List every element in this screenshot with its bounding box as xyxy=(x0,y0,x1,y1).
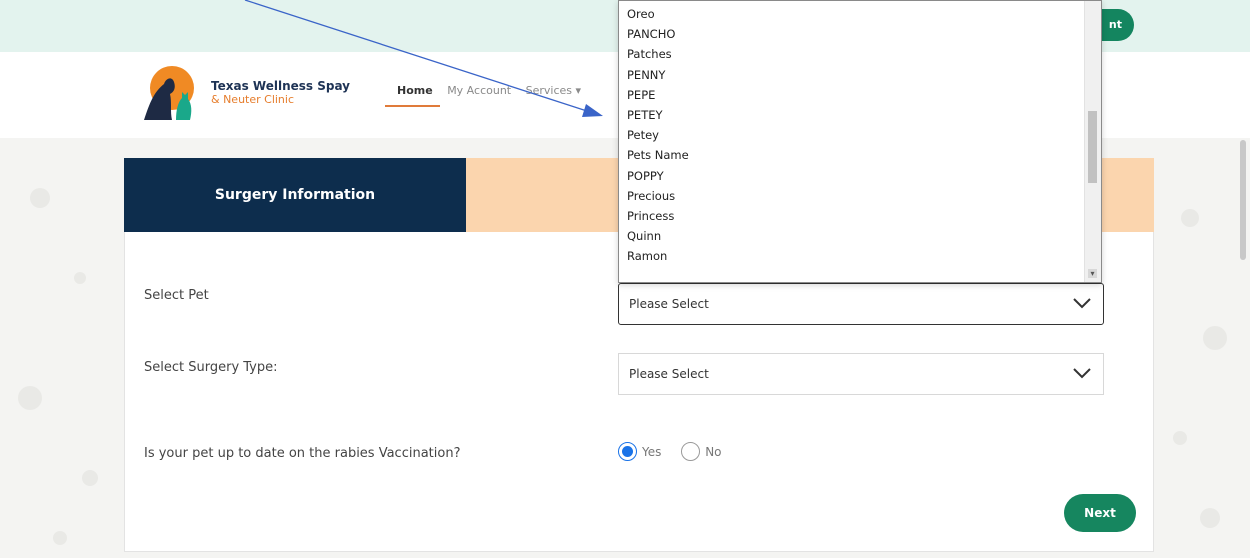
select-pet-label: Select Pet xyxy=(144,288,209,303)
nav-active-underline xyxy=(385,105,440,107)
dropdown-scroll-thumb[interactable] xyxy=(1088,111,1097,183)
pet-option[interactable]: Patches xyxy=(627,44,689,64)
pet-option[interactable]: Ramon xyxy=(627,246,689,266)
main-nav: Home My Account Services ▾ xyxy=(397,84,592,97)
next-button[interactable]: Next xyxy=(1064,494,1136,532)
radio-yes-label[interactable]: Yes xyxy=(642,445,661,459)
pet-option[interactable]: PANCHO xyxy=(627,24,689,44)
surgery-type-value: Please Select xyxy=(629,367,709,381)
dropdown-scrollbar[interactable]: ▾ xyxy=(1084,1,1101,282)
radio-no-label[interactable]: No xyxy=(705,445,721,459)
tab-surgery-information[interactable]: Surgery Information xyxy=(124,158,466,232)
pet-option[interactable]: Pets Name xyxy=(627,145,689,165)
nav-item-services[interactable]: Services ▾ xyxy=(526,84,581,97)
page-scrollbar[interactable] xyxy=(1240,140,1246,260)
pet-option[interactable]: Petey xyxy=(627,125,689,145)
clinic-name-line1: Texas Wellness Spay xyxy=(211,79,350,93)
nav-item-home[interactable]: Home xyxy=(397,84,433,97)
chevron-down-icon xyxy=(1073,298,1091,309)
clinic-name[interactable]: Texas Wellness Spay & Neuter Clinic xyxy=(211,79,350,107)
rabies-radio-group: Yes No xyxy=(618,442,738,461)
rabies-question-label: Is your pet up to date on the rabies Vac… xyxy=(144,446,461,461)
clinic-name-line2: & Neuter Clinic xyxy=(211,93,295,106)
pet-option[interactable]: Princess xyxy=(627,206,689,226)
pet-option[interactable]: Precious xyxy=(627,186,689,206)
select-pet-value: Please Select xyxy=(629,297,709,311)
surgery-type-label: Select Surgery Type: xyxy=(144,360,278,375)
pet-option[interactable]: PENNY xyxy=(627,65,689,85)
pet-option[interactable]: Oreo xyxy=(627,4,689,24)
pet-options: Oreo PANCHO Patches PENNY PEPE PETEY Petey Pets… xyxy=(627,4,689,266)
pet-option[interactable]: PETEY xyxy=(627,105,689,125)
surgery-type-dropdown[interactable]: Please Select xyxy=(618,353,1104,395)
radio-yes[interactable] xyxy=(618,442,637,461)
scroll-down-arrow-icon[interactable]: ▾ xyxy=(1088,269,1097,278)
select-pet-dropdown[interactable]: Please Select xyxy=(618,283,1104,325)
pet-option[interactable]: Quinn xyxy=(627,226,689,246)
pet-option[interactable]: PEPE xyxy=(627,85,689,105)
radio-no[interactable] xyxy=(681,442,701,461)
pet-options-list[interactable]: Oreo PANCHO Patches PENNY PEPE PETEY Petey Pets… xyxy=(618,0,1102,283)
chevron-down-icon xyxy=(1073,368,1091,379)
dog-cat-logo-icon[interactable] xyxy=(136,62,206,122)
nav-item-my-account[interactable]: My Account xyxy=(447,84,511,97)
pet-option[interactable]: POPPY xyxy=(627,166,689,186)
